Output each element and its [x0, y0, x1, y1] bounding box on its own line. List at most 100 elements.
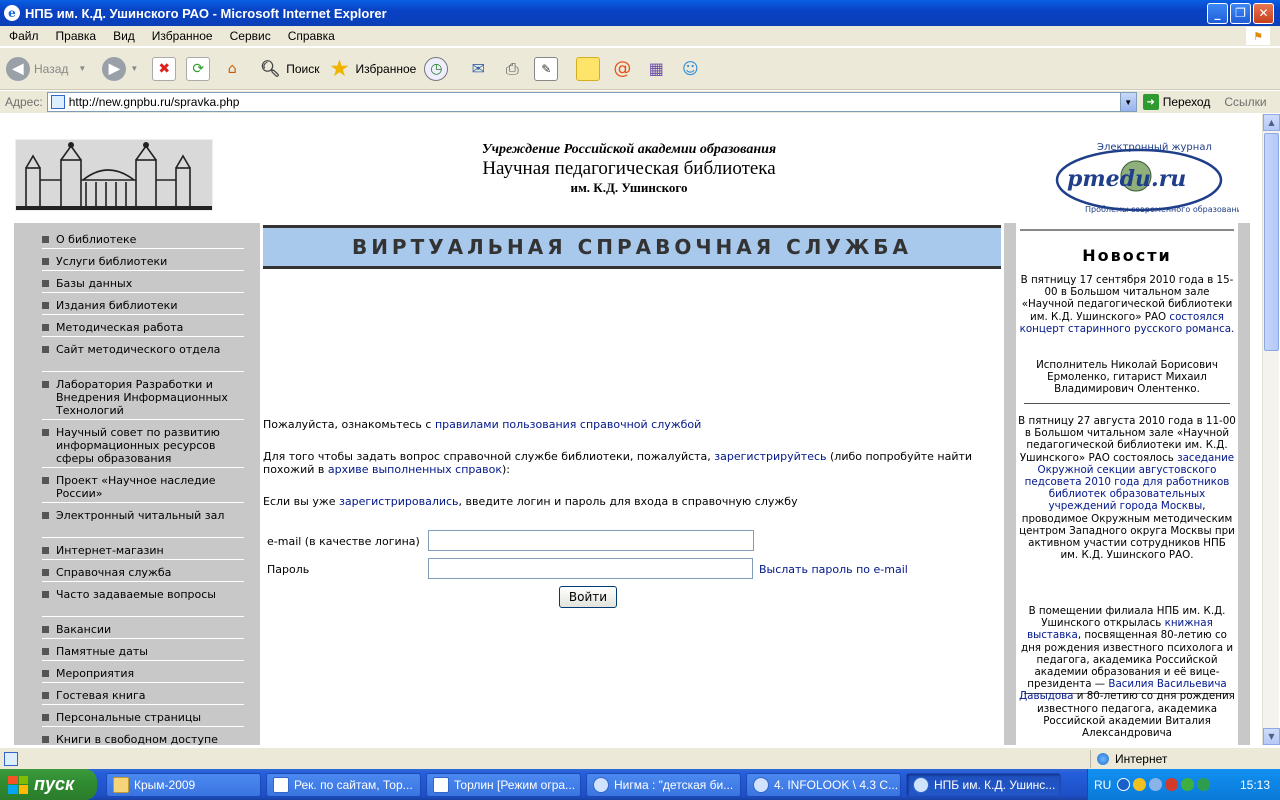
go-button[interactable]: ➜ Переход [1142, 94, 1210, 110]
library-building-logo [15, 139, 213, 211]
nav-divider [42, 726, 244, 727]
nav-divider [42, 467, 244, 468]
print-icon[interactable]: ⎙ [500, 57, 524, 81]
taskbar: пуск Крым-2009 Рек. по сайтам, Тор... То… [0, 769, 1280, 800]
nav-item-heritage[interactable]: Проект «Научное наследие России» [42, 474, 244, 500]
nav-item-lab[interactable]: Лаборатория Разработки и Внедрения Инфор… [42, 378, 244, 417]
taskbar-item-word2[interactable]: Торлин [Режим огра... [426, 772, 581, 797]
start-button[interactable]: пуск [0, 769, 97, 800]
registered-link[interactable]: зарегистрировались [339, 495, 459, 508]
journal-sub: Проблемы современного образования [1085, 205, 1239, 214]
vertical-scrollbar[interactable]: ▲ ▼ [1262, 114, 1280, 745]
history-icon[interactable]: ◷ [424, 56, 449, 81]
nav-item-reference[interactable]: Справочная служба [42, 566, 244, 579]
nav-item-databases[interactable]: Базы данных [42, 277, 244, 290]
login-paragraph: Если вы уже зарегистрировались, введите … [263, 495, 998, 508]
notes-icon[interactable] [576, 56, 601, 81]
task-label: Нигма : "детская би... [614, 777, 734, 792]
email-field[interactable] [428, 530, 754, 551]
news-title: Новости [1082, 246, 1172, 265]
news-item-1: В пятницу 17 сентября 2010 года в 15-00 … [1018, 274, 1236, 335]
menu-tools[interactable]: Сервис [221, 29, 279, 43]
menu-view[interactable]: Вид [104, 29, 143, 43]
minimize-button[interactable]: _ [1207, 2, 1228, 24]
security-alert-icon[interactable] [1165, 778, 1179, 791]
forward-arrow-icon: ▶ [102, 56, 127, 81]
messenger-tray-icon[interactable] [1181, 778, 1195, 791]
page-viewport: Учреждение Российской академии образован… [2, 114, 1262, 745]
task-label: 4. INFOLOOK \ 4.3 С... [774, 777, 899, 792]
mail-icon[interactable]: ✉ [466, 57, 490, 81]
help-icon[interactable] [1117, 778, 1131, 791]
scroll-up-arrow-icon[interactable]: ▲ [1263, 114, 1280, 131]
taskbar-item-word1[interactable]: Рек. по сайтам, Тор... [266, 772, 421, 797]
messenger-icon[interactable]: @ [610, 57, 634, 81]
nav-divider [42, 419, 244, 420]
search-button[interactable]: 🔍︎ Поиск [258, 57, 319, 81]
close-button[interactable]: ✕ [1253, 2, 1274, 24]
scroll-thumb[interactable] [1264, 133, 1279, 351]
nav-divider [42, 371, 244, 372]
rules-link[interactable]: правилами пользования справочной службой [435, 418, 701, 431]
archive-link[interactable]: архиве выполненных справок [328, 463, 502, 476]
favorites-label: Избранное [355, 61, 417, 76]
nav-item-faq[interactable]: Часто задаваемые вопросы [42, 588, 244, 601]
refresh-icon[interactable]: ⟳ [186, 56, 211, 81]
nav-item-vacancies[interactable]: Вакансии [42, 623, 244, 636]
scroll-down-arrow-icon[interactable]: ▼ [1263, 728, 1280, 745]
nav-item-publications[interactable]: Издания библиотеки [42, 299, 244, 312]
nav-item-free-books[interactable]: Книги в свободном доступе [42, 733, 244, 745]
menu-edit[interactable]: Правка [47, 29, 105, 43]
edit-icon[interactable]: ✎ [534, 56, 559, 81]
menu-file[interactable]: Файл [0, 29, 47, 43]
journal-caption: Электронный журнал [1097, 142, 1212, 153]
journal-logo[interactable]: Электронный журнал pmedu.ru Проблемы сов… [1039, 136, 1247, 218]
menu-help[interactable]: Справка [279, 29, 343, 43]
research-icon[interactable]: ▦ [644, 57, 668, 81]
news-divider [1024, 403, 1230, 404]
taskbar-item-ie-infolook[interactable]: 4. INFOLOOK \ 4.3 С... [746, 772, 901, 797]
language-indicator[interactable]: RU [1094, 778, 1111, 792]
password-field[interactable] [428, 558, 753, 579]
nav-item-methodical[interactable]: Методическая работа [42, 321, 244, 334]
network-icon[interactable] [1149, 778, 1163, 791]
task-label: Рек. по сайтам, Тор... [294, 777, 413, 792]
nav-item-services[interactable]: Услуги библиотеки [42, 255, 244, 268]
contacts-icon[interactable]: ☺ [678, 57, 702, 81]
nav-item-dates[interactable]: Памятные даты [42, 645, 244, 658]
title-bar: e НПБ им. К.Д. Ушинского РАО - Microsoft… [0, 0, 1280, 26]
antivirus-icon[interactable] [1197, 778, 1211, 791]
address-input[interactable]: http://new.gnpbu.ru/spravka.php ▼ [46, 92, 1137, 112]
task-label: Крым-2009 [134, 777, 196, 792]
taskbar-item-folder[interactable]: Крым-2009 [106, 772, 261, 797]
news-divider [1020, 229, 1234, 231]
send-password-link[interactable]: Выслать пароль по e-mail [759, 563, 908, 576]
taskbar-item-ie-nigma[interactable]: Нигма : "детская би... [586, 772, 741, 797]
favorites-button[interactable]: ★ Избранное [328, 57, 417, 81]
register-link[interactable]: зарегистрируйтесь [714, 450, 826, 463]
windows-logo-icon: ⚑ [1246, 27, 1270, 45]
nav-item-about[interactable]: О библиотеке [42, 233, 244, 246]
back-button[interactable]: ◀ Назад ▼ [6, 56, 86, 81]
nav-item-method-site[interactable]: Сайт методического отдела [42, 343, 244, 356]
nav-item-guestbook[interactable]: Гостевая книга [42, 689, 244, 702]
nav-item-personal[interactable]: Персональные страницы [42, 711, 244, 724]
task-label: Торлин [Режим огра... [454, 777, 576, 792]
login-button[interactable]: Войти [559, 586, 617, 608]
taskbar-item-ie-active[interactable]: НПБ им. К.Д. Ушинс... [906, 772, 1061, 797]
links-button[interactable]: Ссылки [1224, 95, 1266, 109]
header-line3: им. К.Д. Ушинского [570, 180, 688, 195]
nav-item-reading-room[interactable]: Электронный читальный зал [42, 509, 244, 522]
shield-icon[interactable] [1133, 778, 1147, 791]
home-icon[interactable]: ⌂ [220, 57, 244, 81]
status-bar: Интернет [0, 747, 1280, 769]
maximize-button[interactable]: ❐ [1230, 2, 1251, 24]
forward-button[interactable]: ▶ ▼ [102, 56, 138, 81]
nav-item-events[interactable]: Мероприятия [42, 667, 244, 680]
nav-item-shop[interactable]: Интернет-магазин [42, 544, 244, 557]
nav-item-council[interactable]: Научный совет по развитию информационных… [42, 426, 244, 465]
stop-icon[interactable]: ✖ [152, 56, 177, 81]
menu-favorites[interactable]: Избранное [143, 29, 221, 43]
address-dropdown-icon[interactable]: ▼ [1119, 93, 1136, 111]
go-arrow-icon: ➜ [1142, 94, 1159, 110]
